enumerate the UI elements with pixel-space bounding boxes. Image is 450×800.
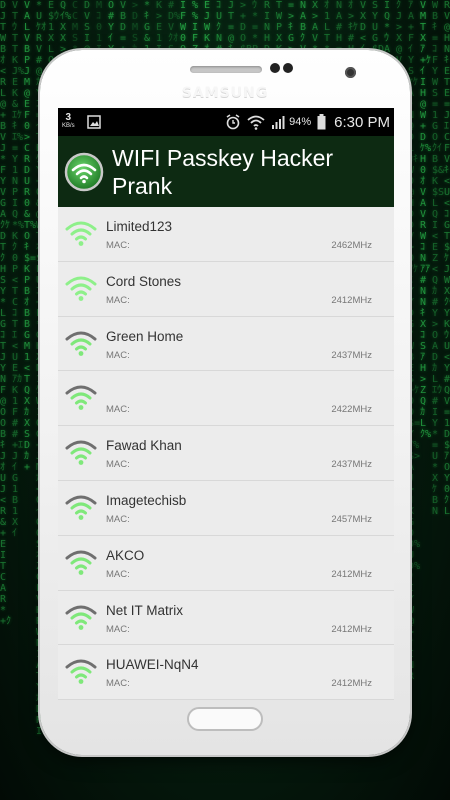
network-frequency: 2412MHz — [331, 294, 372, 306]
network-mac-label: MAC: — [106, 513, 130, 525]
network-frequency: 2412MHz — [331, 623, 372, 635]
network-ssid: Fawad Khan — [106, 438, 182, 454]
wifi-status-icon — [247, 114, 265, 130]
wifi-full-green-icon — [65, 274, 97, 302]
wifi-network-row[interactable]: Fawad Khan MAC: 2437MHz — [58, 426, 394, 481]
phone-screen: 3 KB/s 94% 6:30 PM WIFI Passkey Hacker P… — [58, 108, 394, 700]
light-sensor — [283, 63, 293, 73]
earpiece-speaker — [190, 66, 262, 73]
wifi-network-row[interactable]: Net IT Matrix MAC: 2412MHz — [58, 590, 394, 646]
network-frequency: 2457MHz — [331, 513, 372, 525]
app-title: WIFI Passkey Hacker Prank — [112, 144, 334, 199]
data-rate-value: 3 — [65, 112, 72, 123]
proximity-sensor — [270, 63, 280, 73]
network-mac-label: MAC: — [106, 294, 130, 306]
wifi-network-list: Limited123 MAC: 2462MHz Cord Stones MAC: 2412… — [58, 207, 394, 700]
cell-signal-icon — [271, 115, 285, 129]
battery-icon — [317, 114, 326, 130]
network-frequency: 2412MHz — [331, 678, 372, 690]
network-frequency: 2462MHz — [331, 240, 372, 251]
wifi-partial-icon — [65, 329, 97, 357]
network-ssid: Net IT Matrix — [106, 602, 184, 618]
wifi-full-green-icon — [65, 219, 97, 247]
network-mac-label: MAC: — [106, 568, 130, 580]
network-mac-label: MAC: — [106, 240, 130, 251]
gallery-notification-icon — [86, 115, 101, 129]
wifi-partial-icon — [65, 493, 97, 521]
wifi-network-row[interactable]: MAC: 2422MHz — [58, 371, 394, 427]
network-ssid: Limited123 — [106, 219, 173, 234]
wifi-partial-icon — [65, 383, 97, 411]
data-rate-unit: KB/s — [62, 123, 75, 129]
network-mac-label: MAC: — [106, 678, 130, 690]
alarm-icon — [225, 114, 241, 130]
network-ssid: Cord Stones — [106, 273, 182, 289]
network-ssid: AKCO — [106, 547, 145, 563]
wifi-network-row[interactable]: AKCO MAC: 2412MHz — [58, 535, 394, 591]
wifi-network-row[interactable]: Cord Stones MAC: 2412MHz — [58, 261, 394, 317]
wifi-network-row[interactable]: HUAWEI-NqN4 MAC: 2412MHz — [58, 645, 394, 700]
data-rate-indicator: 3 KB/s — [62, 112, 75, 130]
status-bar: 3 KB/s 94% 6:30 PM — [58, 108, 394, 136]
app-header: WIFI Passkey Hacker Prank — [58, 136, 394, 207]
battery-percent: 94% — [289, 116, 312, 128]
wifi-network-row[interactable]: Limited123 MAC: 2462MHz — [58, 207, 394, 262]
wifi-partial-icon — [65, 438, 97, 466]
network-ssid: Green Home — [106, 328, 184, 344]
network-mac-label: MAC: — [106, 623, 130, 635]
home-button[interactable] — [187, 707, 263, 731]
wifi-network-row[interactable]: Imagetechisb MAC: 2457MHz — [58, 480, 394, 536]
network-frequency: 2412MHz — [331, 568, 372, 580]
wifi-partial-icon — [65, 603, 97, 631]
wifi-logo-icon — [64, 152, 104, 192]
wifi-partial-icon — [65, 657, 97, 685]
network-frequency: 2437MHz — [331, 349, 372, 361]
wifi-partial-icon — [65, 548, 97, 576]
network-mac-label: MAC: — [106, 349, 130, 361]
network-frequency: 2422MHz — [331, 404, 372, 416]
network-ssid: HUAWEI-NqN4 — [106, 657, 199, 673]
phone-brand-logo: SAMSUNG — [181, 85, 269, 101]
network-frequency: 2437MHz — [331, 459, 372, 471]
network-ssid: Imagetechisb — [106, 492, 187, 508]
network-mac-label: MAC: — [106, 404, 130, 416]
front-camera — [345, 67, 356, 78]
network-mac-label: MAC: — [106, 459, 130, 471]
status-clock: 6:30 PM — [334, 113, 390, 131]
wifi-network-row[interactable]: Green Home MAC: 2437MHz — [58, 316, 394, 372]
